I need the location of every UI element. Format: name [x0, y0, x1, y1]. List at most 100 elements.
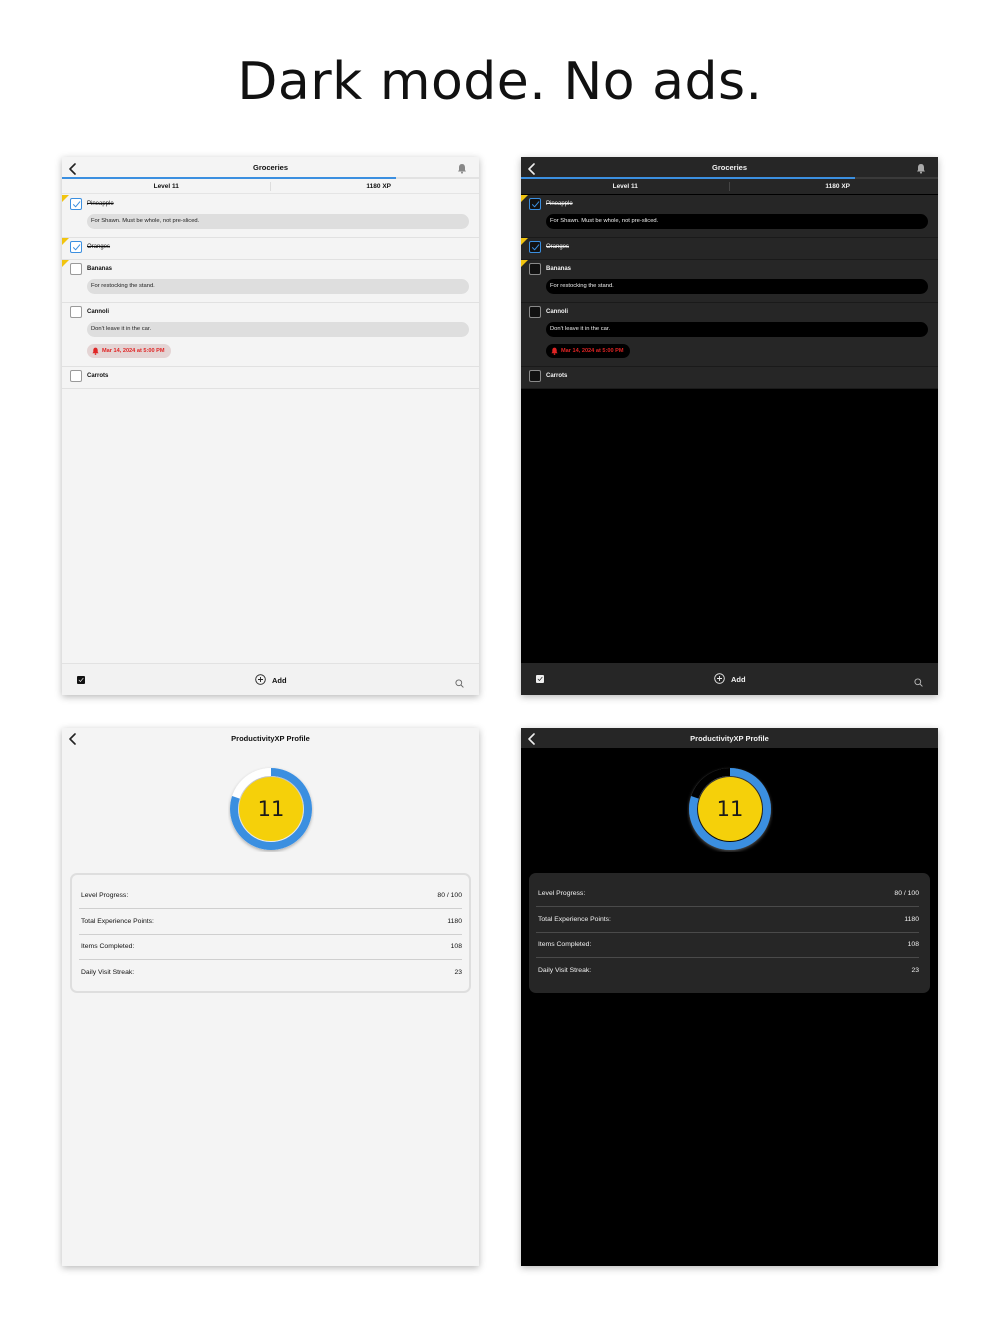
item-title[interactable]: Oranges — [87, 244, 110, 250]
list-item[interactable]: Oranges — [521, 238, 938, 260]
stat-label: Level Progress: — [538, 890, 586, 897]
level-ring: 11 — [228, 766, 314, 852]
item-title[interactable]: Pineapple — [546, 201, 573, 207]
item-checkbox[interactable] — [70, 263, 82, 275]
stat-label: Daily Visit Streak: — [81, 968, 135, 976]
bell-icon[interactable] — [916, 161, 926, 174]
item-note[interactable]: For Shawn. Must be whole, not pre-sliced… — [87, 214, 469, 229]
stat-label: Items Completed: — [81, 943, 135, 950]
flag-icon — [62, 238, 69, 245]
nav-bar: ProductivityXP Profile — [62, 728, 479, 748]
xp-label: 1180 XP — [366, 183, 391, 190]
flag-icon — [521, 238, 528, 245]
item-title[interactable]: Oranges — [546, 244, 569, 250]
profile-title: ProductivityXP Profile — [690, 734, 769, 743]
alarm-icon — [92, 347, 99, 355]
list-item[interactable]: Pineapple For Shawn. Must be whole, not p… — [521, 195, 938, 238]
list-item[interactable]: Bananas For restocking the stand. — [521, 260, 938, 303]
nav-bar: Groceries — [62, 157, 479, 178]
stat-value: 108 — [450, 943, 462, 950]
stats-card: Level Progress: 80 / 100 Total Experience … — [70, 873, 471, 993]
item-checkbox[interactable] — [70, 370, 82, 382]
stat-value: 80 / 100 — [894, 890, 919, 897]
list-item[interactable]: Carrots — [521, 367, 938, 389]
stat-row: Daily Visit Streak: 23 — [81, 969, 462, 994]
item-title[interactable]: Cannoli — [87, 309, 109, 315]
stat-value: 23 — [911, 966, 919, 974]
checkbox-icon[interactable] — [536, 675, 544, 683]
item-checkbox[interactable] — [70, 241, 82, 253]
nav-bar: Groceries — [521, 157, 938, 178]
plus-circle-icon — [255, 674, 266, 685]
item-note[interactable]: Don't leave it in the car. — [87, 322, 469, 337]
nav-bar: ProductivityXP Profile — [521, 728, 938, 748]
item-note[interactable]: Don't leave it in the car. — [546, 322, 928, 337]
reminder-badge[interactable]: Mar 14, 2024 at 5:00 PM — [546, 344, 630, 358]
xp-label: 1180 XP — [825, 183, 850, 190]
add-label: Add — [272, 676, 287, 685]
list-screen-dark: Groceries Level 11 1180 XP Pineapple For Sha… — [521, 157, 938, 695]
level-number: 11 — [716, 797, 744, 821]
search-icon[interactable] — [914, 674, 923, 687]
item-checkbox[interactable] — [529, 198, 541, 210]
list-item[interactable]: Carrots — [62, 367, 479, 389]
stat-divider — [536, 957, 919, 958]
stat-row: Daily Visit Streak: 23 — [538, 967, 919, 992]
bell-icon[interactable] — [457, 161, 467, 174]
flag-icon — [521, 195, 528, 202]
level-number: 11 — [257, 797, 285, 821]
stat-row: Items Completed: 108 — [538, 941, 919, 966]
item-title[interactable]: Pineapple — [87, 201, 114, 207]
stat-label: Daily Visit Streak: — [538, 966, 592, 974]
bottom-toolbar: Add — [521, 663, 938, 695]
level-label: Level 11 — [153, 183, 179, 190]
item-checkbox[interactable] — [529, 241, 541, 253]
search-icon[interactable] — [455, 675, 464, 688]
item-checkbox[interactable] — [70, 306, 82, 318]
reminder-text: Mar 14, 2024 at 5:00 PM — [561, 348, 624, 354]
item-title[interactable]: Bananas — [546, 266, 571, 272]
stats-card: Level Progress: 80 / 100 Total Experience … — [529, 873, 930, 993]
item-checkbox[interactable] — [529, 306, 541, 318]
stat-row: Items Completed: 108 — [81, 943, 462, 968]
plus-circle-icon — [714, 673, 725, 684]
stat-label: Level Progress: — [81, 892, 129, 899]
headline: Dark mode. No ads. — [237, 52, 763, 112]
profile-screen-light: ProductivityXP Profile 11 Level Progress: 8… — [62, 728, 479, 1266]
xp-row: Level 11 1180 XP — [521, 179, 938, 194]
item-title[interactable]: Carrots — [546, 373, 567, 379]
checkbox-icon[interactable] — [77, 676, 85, 684]
stat-divider — [536, 931, 919, 933]
stat-value: 1180 — [904, 915, 919, 923]
item-list: Pineapple For Shawn. Must be whole, not p… — [521, 195, 938, 389]
stat-label: Total Experience Points: — [538, 915, 611, 923]
item-title[interactable]: Cannoli — [546, 309, 568, 315]
item-note[interactable]: For restocking the stand. — [546, 279, 928, 294]
stat-divider — [79, 959, 462, 960]
level-ring: 11 — [687, 766, 773, 852]
list-item[interactable]: Pineapple For Shawn. Must be whole, not p… — [62, 195, 479, 238]
stat-value: 80 / 100 — [437, 892, 462, 899]
xp-divider — [270, 182, 271, 191]
item-checkbox[interactable] — [529, 263, 541, 275]
stat-value: 23 — [454, 968, 462, 976]
list-item[interactable]: Cannoli Don't leave it in the car. Mar 14,… — [521, 303, 938, 367]
reminder-badge[interactable]: Mar 14, 2024 at 5:00 PM — [87, 344, 171, 358]
item-title[interactable]: Bananas — [87, 266, 112, 272]
xp-divider — [729, 182, 730, 191]
profile-title: ProductivityXP Profile — [231, 734, 310, 743]
stat-row: Total Experience Points: 1180 — [81, 918, 462, 943]
item-title[interactable]: Carrots — [87, 373, 108, 379]
list-item[interactable]: Bananas For restocking the stand. — [62, 260, 479, 303]
item-note[interactable]: For restocking the stand. — [87, 279, 469, 294]
item-checkbox[interactable] — [529, 370, 541, 382]
add-label: Add — [731, 675, 746, 684]
list-title: Groceries — [711, 163, 748, 172]
item-note[interactable]: For Shawn. Must be whole, not pre-sliced… — [546, 214, 928, 229]
list-item[interactable]: Oranges — [62, 238, 479, 260]
item-checkbox[interactable] — [70, 198, 82, 210]
stat-row: Level Progress: 80 / 100 — [538, 890, 919, 915]
stat-label: Items Completed: — [538, 941, 592, 948]
list-item[interactable]: Cannoli Don't leave it in the car. Mar 14,… — [62, 303, 479, 367]
stat-row: Level Progress: 80 / 100 — [81, 892, 462, 917]
